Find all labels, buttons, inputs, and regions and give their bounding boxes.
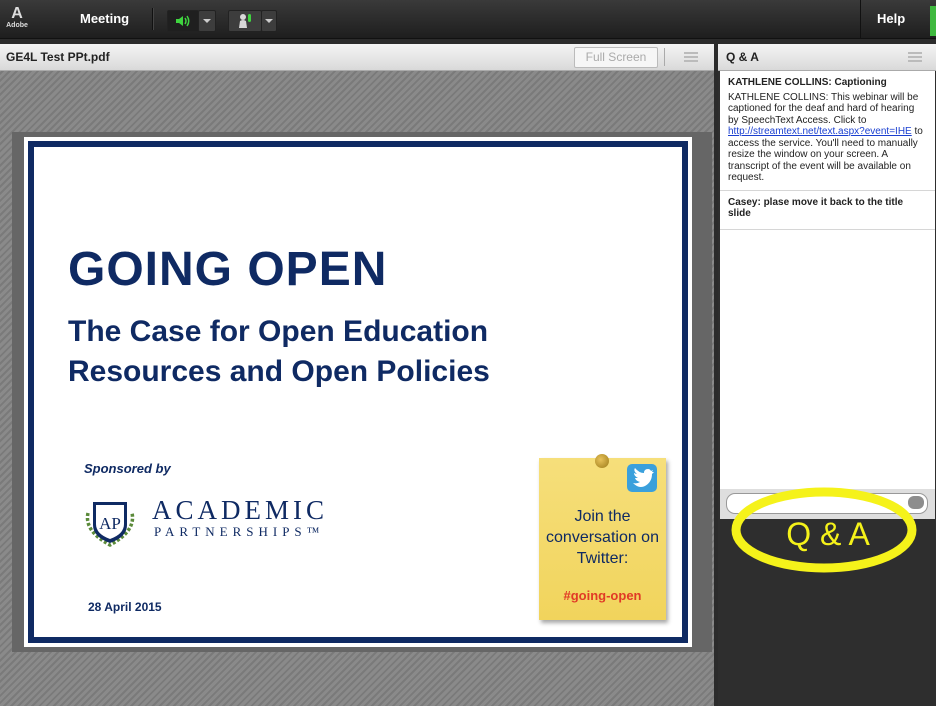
chevron-down-icon — [265, 19, 273, 23]
logo-wordmark: ACADEMIC — [152, 495, 329, 525]
adobe-logo-text: Adobe — [6, 22, 28, 29]
logo-initials: AP — [99, 514, 121, 533]
meeting-menu[interactable]: Meeting — [80, 11, 129, 26]
qa-message-heading: Casey: plase move it back to the title s… — [728, 196, 904, 220]
share-pod-header: GE4L Test PPt.pdf Full Screen — [0, 44, 714, 71]
qa-message-text: KATHLENE COLLINS: This webinar will be c… — [728, 91, 919, 126]
sponsored-by-label: Sponsored by — [84, 461, 171, 476]
full-screen-button[interactable]: Full Screen — [574, 47, 658, 68]
streamtext-link[interactable]: http://streamtext.net/text.aspx?event=IH… — [728, 126, 912, 137]
pushpin-icon — [595, 454, 609, 468]
slide-subtitle: The Case for Open Education Resources an… — [68, 315, 490, 388]
academic-partnerships-logo: AP — [85, 502, 135, 547]
speaker-icon — [176, 15, 190, 27]
status-dropdown[interactable] — [261, 10, 277, 32]
chevron-down-icon — [203, 19, 211, 23]
adobe-logo-mark: A — [11, 5, 23, 22]
pod-menu-icon[interactable] — [908, 52, 922, 62]
adobe-logo: A Adobe — [6, 6, 28, 34]
slide-title: GOING OPEN — [68, 243, 388, 296]
toolbar-divider — [152, 8, 154, 30]
share-pod-title: GE4L Test PPt.pdf — [6, 50, 110, 64]
qa-message-list: KATHLENE COLLINS: Captioning KATHLENE CO… — [720, 71, 935, 489]
raise-hand-icon — [239, 14, 251, 28]
speaker-dropdown[interactable] — [198, 10, 216, 32]
logo-wordmark-sub: PARTNERSHIPS™ — [154, 524, 325, 539]
window-edge-indicator — [930, 6, 936, 36]
raise-hand-button[interactable] — [228, 10, 262, 32]
app-toolbar: A Adobe Meeting Help — [0, 0, 936, 39]
sticky-note: Join the conversation on Twitter: #going… — [539, 454, 666, 620]
help-menu[interactable]: Help — [860, 0, 930, 38]
hashtag: #going-open — [563, 588, 642, 603]
qa-pod-header: Q & A — [718, 44, 936, 71]
header-divider — [664, 48, 665, 66]
presentation-slide: GOING OPEN The Case for Open Education R… — [24, 137, 692, 647]
speaker-button[interactable] — [167, 10, 199, 32]
qa-pod-title: Q & A — [726, 50, 759, 64]
qa-message-heading: KATHLENE COLLINS: Captioning — [728, 77, 887, 88]
qa-message[interactable]: KATHLENE COLLINS: Captioning KATHLENE CO… — [720, 71, 935, 191]
slide-date: 28 April 2015 — [88, 600, 162, 614]
pod-menu-icon[interactable] — [684, 52, 698, 62]
qa-message[interactable]: Casey: plase move it back to the title s… — [720, 191, 935, 230]
twitter-callout-text: Join the conversation on Twitter: — [546, 508, 659, 567]
qa-callout-label: Q & A — [786, 516, 870, 552]
twitter-bird-icon — [627, 464, 657, 492]
